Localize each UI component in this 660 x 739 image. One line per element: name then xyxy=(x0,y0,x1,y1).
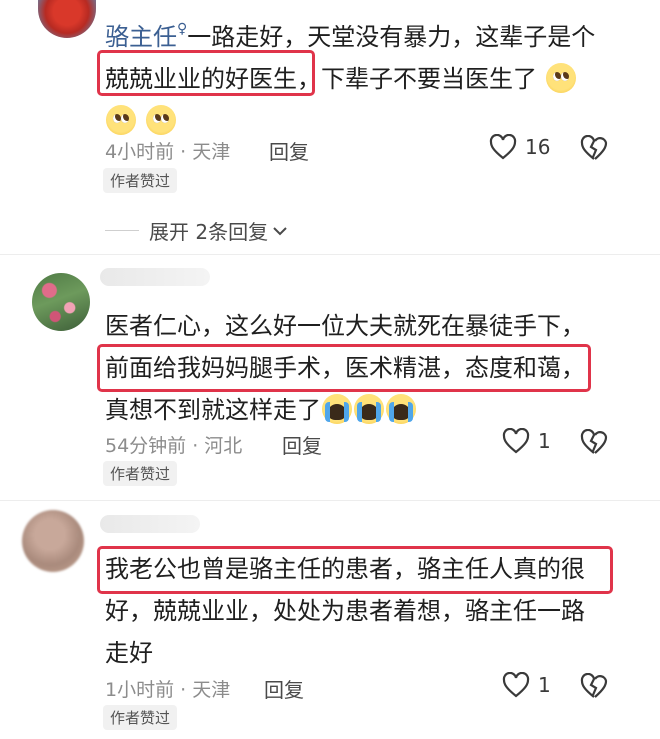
author-liked-badge: 作者赞过 xyxy=(103,705,178,730)
broken-heart-icon[interactable] xyxy=(580,135,608,161)
reply-button[interactable]: 回复 xyxy=(269,136,309,165)
author-liked-badge: 作者赞过 xyxy=(103,461,178,486)
username-blurred[interactable] xyxy=(100,515,200,533)
heart-outline-icon xyxy=(502,428,530,454)
loudly-crying-face-emoji xyxy=(386,394,416,424)
reply-button[interactable]: 回复 xyxy=(264,674,304,703)
like-button[interactable]: 1 xyxy=(502,428,551,454)
name-suffix: ♀ xyxy=(177,21,188,37)
username-blurred[interactable] xyxy=(100,268,210,286)
chevron-down-icon xyxy=(272,225,288,237)
broken-heart-icon[interactable] xyxy=(580,673,608,699)
broken-heart-icon[interactable] xyxy=(580,429,608,455)
reply-button[interactable]: 回复 xyxy=(282,430,322,459)
highlight-box xyxy=(97,344,591,392)
avatar[interactable] xyxy=(38,0,96,38)
separator xyxy=(0,254,660,255)
pleading-face-emoji xyxy=(545,63,576,93)
like-button[interactable]: 1 xyxy=(502,672,551,698)
timestamp-location: 1小时前 · 天津 xyxy=(105,679,231,701)
username[interactable]: 骆主任 xyxy=(105,23,177,51)
loudly-crying-face-emoji xyxy=(322,394,352,424)
author-liked-badge: 作者赞过 xyxy=(103,168,178,193)
highlight-box xyxy=(97,546,613,594)
like-button[interactable]: 16 xyxy=(489,134,550,160)
separator xyxy=(0,500,660,501)
avatar[interactable] xyxy=(32,273,90,331)
like-count: 1 xyxy=(538,673,551,697)
expand-replies-button[interactable]: 展开 2条回复 xyxy=(105,216,288,245)
pleading-face-emoji xyxy=(145,105,176,135)
highlight-box xyxy=(97,50,315,96)
timestamp-location: 4小时前 · 天津 xyxy=(105,141,231,163)
like-count: 16 xyxy=(525,135,551,159)
like-count: 1 xyxy=(538,429,551,453)
pleading-face-emoji xyxy=(106,105,136,135)
avatar[interactable] xyxy=(22,510,84,572)
timestamp-location: 54分钟前 · 河北 xyxy=(105,435,243,457)
divider xyxy=(105,230,139,231)
loudly-crying-face-emoji xyxy=(354,394,384,424)
heart-outline-icon xyxy=(489,134,517,160)
heart-outline-icon xyxy=(502,672,530,698)
